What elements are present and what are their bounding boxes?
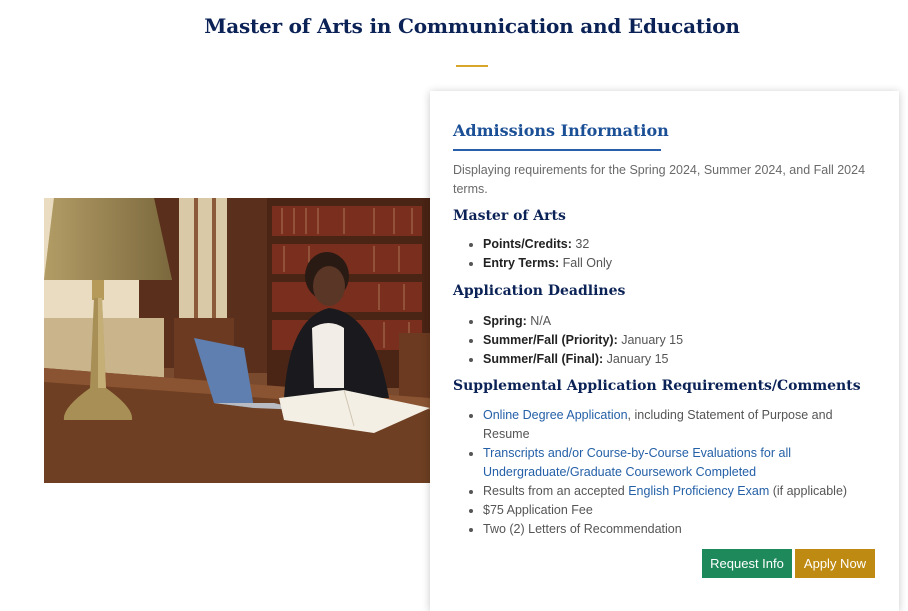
- heading-underline: [453, 149, 661, 151]
- list-item: Spring: N/A: [483, 312, 878, 331]
- item-value: N/A: [530, 314, 552, 328]
- list-item: Entry Terms: Fall Only: [483, 254, 878, 273]
- item-label: Spring:: [483, 314, 527, 328]
- item-text: Results from an accepted: [483, 484, 629, 498]
- item-text: $75 Application Fee: [483, 503, 593, 517]
- degree-heading: Master of Arts: [453, 208, 566, 224]
- degree-list: Points/Credits: 32 Entry Terms: Fall Onl…: [453, 235, 878, 273]
- list-item: Summer/Fall (Priority): January 15: [483, 331, 878, 350]
- english-proficiency-link[interactable]: English Proficiency Exam: [628, 484, 769, 498]
- admissions-card: Admissions Information Displaying requir…: [430, 91, 899, 611]
- item-label: Points/Credits:: [483, 237, 572, 251]
- deadlines-list: Spring: N/A Summer/Fall (Priority): Janu…: [453, 312, 878, 369]
- online-application-link[interactable]: Online Degree Application: [483, 408, 628, 422]
- item-label: Entry Terms:: [483, 256, 560, 270]
- list-item: Two (2) Letters of Recommendation: [483, 520, 878, 539]
- item-value: January 15: [621, 333, 684, 347]
- item-value: 32: [575, 237, 590, 251]
- title-divider: [456, 65, 488, 67]
- supplemental-list: Online Degree Application, including Sta…: [453, 406, 878, 539]
- list-item: Transcripts and/or Course-by-Course Eval…: [483, 444, 878, 482]
- list-item: Online Degree Application, including Sta…: [483, 406, 878, 444]
- list-item: Results from an accepted English Profici…: [483, 482, 878, 501]
- supplemental-heading: Supplemental Application Requirements/Co…: [453, 378, 861, 394]
- requirements-intro: Displaying requirements for the Spring 2…: [453, 163, 866, 196]
- item-value: Fall Only: [562, 256, 612, 270]
- admissions-heading: Admissions Information: [453, 121, 669, 140]
- list-item: $75 Application Fee: [483, 501, 878, 520]
- list-item: Summer/Fall (Final): January 15: [483, 350, 878, 369]
- page-title: Master of Arts in Communication and Educ…: [204, 14, 740, 38]
- item-text: Two (2) Letters of Recommendation: [483, 522, 682, 536]
- item-label: Summer/Fall (Priority):: [483, 333, 618, 347]
- item-label: Summer/Fall (Final):: [483, 352, 604, 366]
- library-photo: [44, 198, 430, 483]
- request-info-button[interactable]: Request Info: [702, 549, 792, 578]
- item-value: January 15: [606, 352, 669, 366]
- deadlines-heading: Application Deadlines: [453, 283, 626, 299]
- transcripts-link[interactable]: Transcripts and/or Course-by-Course Eval…: [483, 446, 791, 479]
- apply-now-button[interactable]: Apply Now: [795, 549, 875, 578]
- list-item: Points/Credits: 32: [483, 235, 878, 254]
- item-text: (if applicable): [769, 484, 848, 498]
